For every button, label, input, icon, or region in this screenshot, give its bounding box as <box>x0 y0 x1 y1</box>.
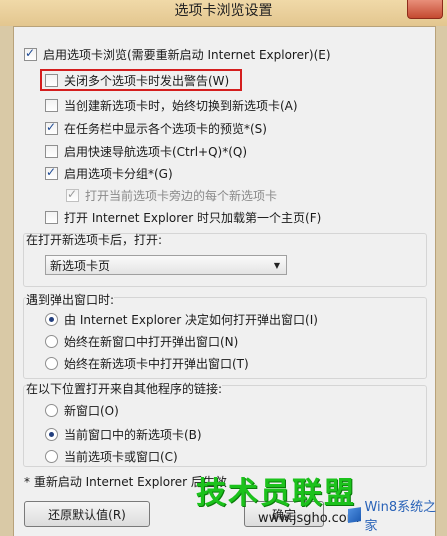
switch-new-tab-label: 当创建新选项卡时，始终切换到新选项卡(A) <box>64 98 298 113</box>
links-new-window-radio[interactable] <box>45 403 58 417</box>
enable-tabs-checkbox[interactable] <box>24 46 37 61</box>
links-group-label: 在以下位置打开来自其他程序的链接: <box>26 380 223 397</box>
popup-option-ie[interactable]: 由 Internet Explorer 决定如何打开弹出窗口(I) <box>45 310 318 328</box>
close-button[interactable] <box>407 0 443 19</box>
windows-logo-icon <box>348 507 362 523</box>
open-next-label: 打开当前选项卡旁边的每个新选项卡 <box>85 188 278 203</box>
watermark-url: www.jsgho.com <box>258 511 360 526</box>
first-home-option[interactable]: 打开 Internet Explorer 时只加载第一个主页(F) <box>45 208 321 226</box>
taskbar-preview-label: 在任务栏中显示各个选项卡的预览*(S) <box>64 121 267 136</box>
links-new-tab-radio[interactable] <box>45 427 58 441</box>
popup-window-label: 始终在新窗口中打开弹出窗口(N) <box>64 334 239 349</box>
first-home-checkbox[interactable] <box>45 210 58 224</box>
links-new-tab-label: 当前窗口中的新选项卡(B) <box>64 427 202 442</box>
links-current-label: 当前选项卡或窗口(C) <box>64 449 178 464</box>
window-title: 选项卡浏览设置 <box>174 3 273 19</box>
quick-tabs-option[interactable]: 启用快速导航选项卡(Ctrl+Q)*(Q) <box>45 142 247 160</box>
new-tab-group-label: 在打开新选项卡后，打开: <box>26 233 163 247</box>
tab-groups-checkbox[interactable] <box>45 165 58 180</box>
dialog-body: 启用选项卡浏览(需要重新启动 Internet Explorer)(E) 关闭多… <box>13 26 436 536</box>
open-next-checkbox <box>66 187 79 202</box>
popup-window-radio[interactable] <box>45 334 58 348</box>
enable-tabs-label: 启用选项卡浏览(需要重新启动 Internet Explorer)(E) <box>43 47 331 62</box>
enable-tabs-option[interactable]: 启用选项卡浏览(需要重新启动 Internet Explorer)(E) <box>24 45 331 63</box>
popup-group-label: 遇到弹出窗口时: <box>26 291 115 308</box>
chevron-down-icon: ▼ <box>273 261 280 270</box>
popup-ie-radio[interactable] <box>45 312 58 326</box>
first-home-label: 打开 Internet Explorer 时只加载第一个主页(F) <box>64 210 322 225</box>
tab-groups-option[interactable]: 启用选项卡分组*(G) <box>45 164 173 182</box>
links-option-current[interactable]: 当前选项卡或窗口(C) <box>45 447 178 465</box>
new-tab-select-value: 新选项卡页 <box>50 258 111 273</box>
popup-option-window[interactable]: 始终在新窗口中打开弹出窗口(N) <box>45 332 238 350</box>
restore-defaults-button[interactable]: 还原默认值(R) <box>24 501 150 527</box>
popup-ie-label: 由 Internet Explorer 决定如何打开弹出窗口(I) <box>64 312 318 327</box>
warn-close-option[interactable]: 关闭多个选项卡时发出警告(W) <box>45 71 229 89</box>
watermark-brand: 技术员联盟 <box>196 476 356 511</box>
popup-option-tab[interactable]: 始终在新选项卡中打开弹出窗口(T) <box>45 354 249 372</box>
popup-tab-label: 始终在新选项卡中打开弹出窗口(T) <box>64 356 249 371</box>
links-option-new-tab[interactable]: 当前窗口中的新选项卡(B) <box>45 425 202 443</box>
taskbar-preview-option[interactable]: 在任务栏中显示各个选项卡的预览*(S) <box>45 119 267 137</box>
warn-close-label: 关闭多个选项卡时发出警告(W) <box>64 73 230 88</box>
quick-tabs-label: 启用快速导航选项卡(Ctrl+Q)*(Q) <box>64 144 248 159</box>
switch-new-tab-checkbox[interactable] <box>45 98 58 112</box>
switch-new-tab-option[interactable]: 当创建新选项卡时，始终切换到新选项卡(A) <box>45 96 298 114</box>
links-new-window-label: 新窗口(O) <box>64 403 119 418</box>
new-tab-select[interactable]: 新选项卡页 ▼ <box>45 255 287 275</box>
title-bar: 选项卡浏览设置 <box>0 0 447 26</box>
quick-tabs-checkbox[interactable] <box>45 144 58 158</box>
warn-close-checkbox[interactable] <box>45 73 58 87</box>
links-current-radio[interactable] <box>45 449 58 463</box>
popup-tab-radio[interactable] <box>45 356 58 370</box>
links-option-new-window[interactable]: 新窗口(O) <box>45 401 119 419</box>
watermark-logo: Win8系统之家 <box>348 500 446 534</box>
open-next-option: 打开当前选项卡旁边的每个新选项卡 <box>66 186 277 204</box>
watermark-logo-text: Win8系统之家 <box>364 500 437 534</box>
taskbar-preview-checkbox[interactable] <box>45 120 58 135</box>
tab-groups-label: 启用选项卡分组*(G) <box>64 166 173 181</box>
